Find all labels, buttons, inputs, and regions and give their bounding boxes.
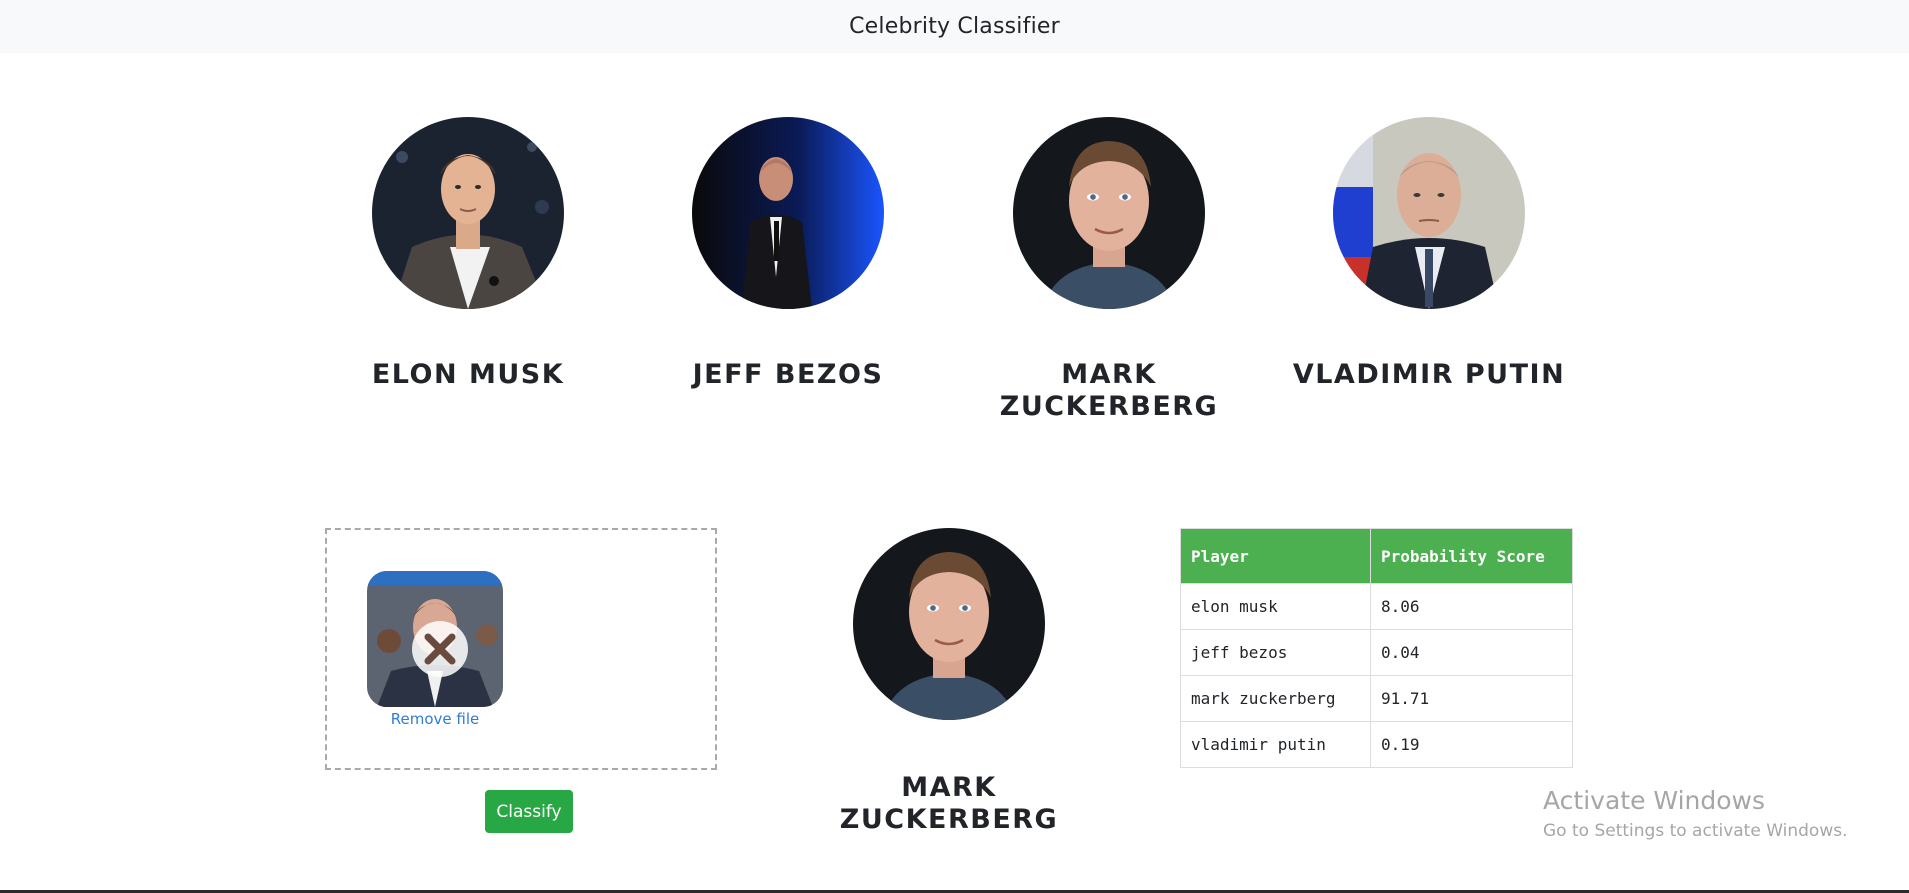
table-header-row: Player Probability Score <box>1180 528 1573 584</box>
celebrity-card-jeff-bezos: JEFF BEZOS <box>648 117 928 391</box>
table-row: elon musk 8.06 <box>1180 583 1573 630</box>
watermark-subtitle: Go to Settings to activate Windows. <box>1543 821 1848 841</box>
column-header-score: Probability Score <box>1370 528 1573 584</box>
score-cell: 0.04 <box>1370 629 1573 676</box>
score-cell: 0.19 <box>1370 721 1573 768</box>
celebrity-name: VLADIMIR PUTIN <box>1292 359 1566 390</box>
table-row: mark zuckerberg 91.71 <box>1180 675 1573 722</box>
player-cell: elon musk <box>1180 583 1371 630</box>
classify-button[interactable]: Classify <box>485 790 573 833</box>
app-title: Celebrity Classifier <box>849 14 1060 39</box>
probability-table: Player Probability Score elon musk 8.06 … <box>1180 528 1573 768</box>
vladimir-putin-photo <box>1333 117 1525 309</box>
celebrity-card-mark-zuckerberg: MARK ZUCKERBERG <box>969 117 1249 423</box>
result-name: MARK ZUCKERBERG <box>839 772 1059 835</box>
table-row: jeff bezos 0.04 <box>1180 629 1573 676</box>
player-cell: mark zuckerberg <box>1180 675 1371 722</box>
celebrity-card-elon-musk: ELON MUSK <box>328 117 608 391</box>
score-cell: 91.71 <box>1370 675 1573 722</box>
player-cell: vladimir putin <box>1180 721 1371 768</box>
player-cell: jeff bezos <box>1180 629 1371 676</box>
celebrity-name: ELON MUSK <box>371 359 565 390</box>
column-header-player: Player <box>1180 528 1371 584</box>
table-row: vladimir putin 0.19 <box>1180 721 1573 768</box>
classification-result: MARK ZUCKERBERG <box>809 528 1089 836</box>
watermark-title: Activate Windows <box>1543 786 1765 815</box>
close-x-icon <box>424 633 456 665</box>
elon-musk-photo <box>372 117 564 309</box>
mark-zuckerberg-photo <box>1013 117 1205 309</box>
windows-activation-watermark: Activate Windows Go to Settings to activ… <box>1543 786 1848 841</box>
remove-file-icon[interactable] <box>412 621 468 677</box>
navbar: Celebrity Classifier <box>0 0 1909 53</box>
file-dropzone[interactable]: Remove file <box>325 528 717 770</box>
celebrity-name: JEFF BEZOS <box>692 359 884 390</box>
remove-file-link[interactable]: Remove file <box>367 710 503 728</box>
score-cell: 8.06 <box>1370 583 1573 630</box>
result-photo <box>853 528 1045 720</box>
celebrity-card-vladimir-putin: VLADIMIR PUTIN <box>1289 117 1569 391</box>
celebrity-name: MARK ZUCKERBERG <box>999 359 1219 422</box>
jeff-bezos-photo <box>692 117 884 309</box>
